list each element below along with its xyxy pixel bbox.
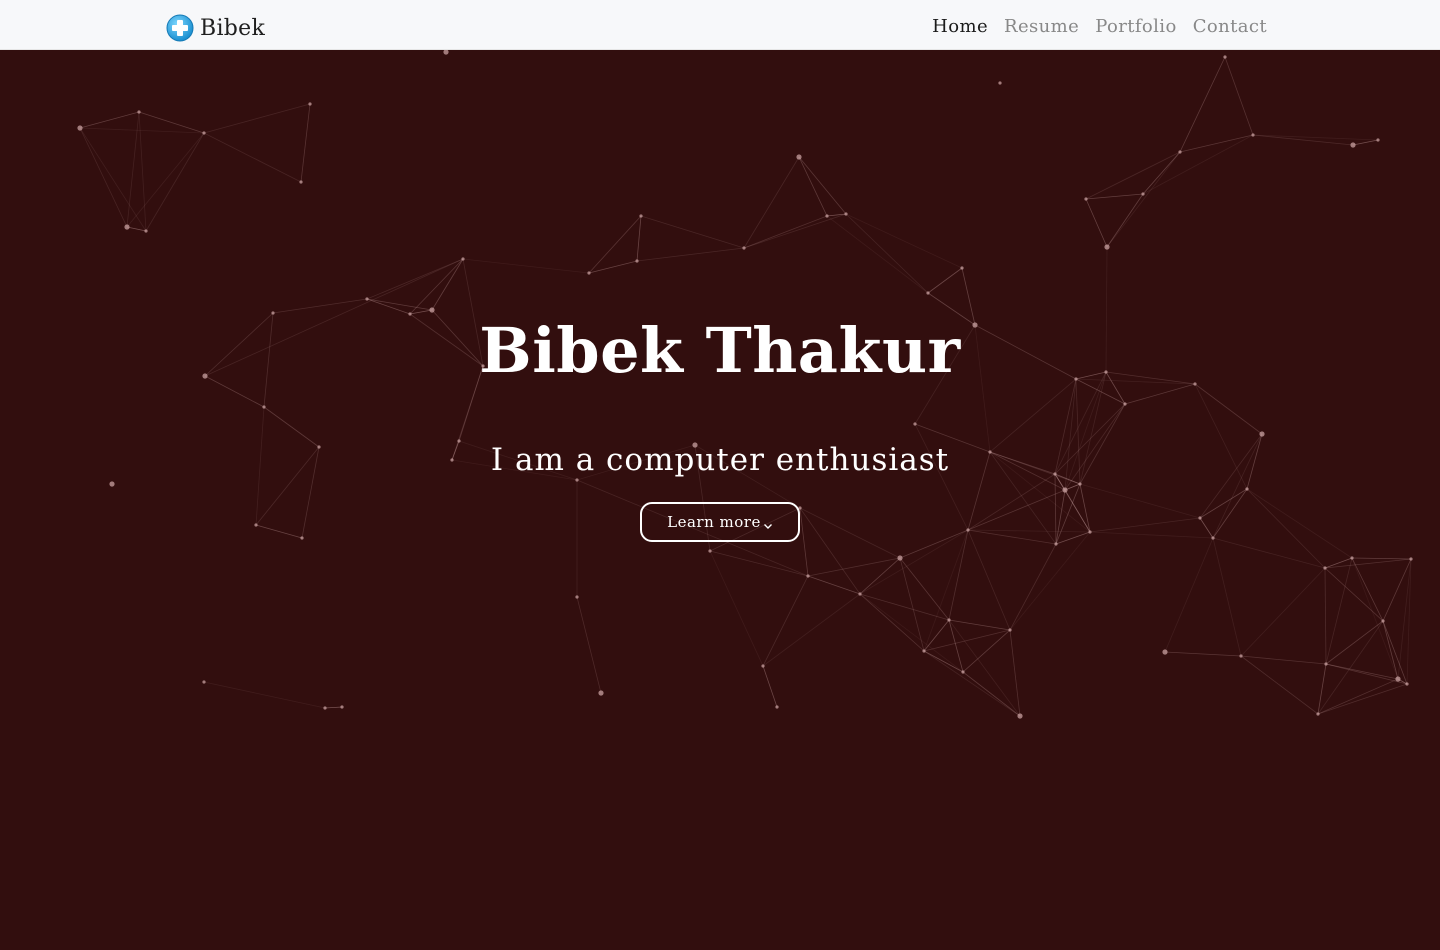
- nav-link-contact[interactable]: Contact: [1193, 16, 1267, 37]
- hero-subtitle: I am a computer enthusiast: [490, 442, 950, 478]
- chevron-down-icon: [763, 517, 773, 529]
- brand-link[interactable]: Bibek: [166, 13, 265, 43]
- nav-link-home[interactable]: Home: [932, 16, 988, 37]
- hero-title: Bibek Thakur: [479, 314, 961, 387]
- plus-circle-icon: [166, 14, 194, 42]
- navbar: Bibek Home Resume Portfolio Contact: [0, 0, 1440, 50]
- nav-link-resume[interactable]: Resume: [1004, 16, 1079, 37]
- nav-link-portfolio[interactable]: Portfolio: [1095, 16, 1177, 37]
- learn-more-label: Learn more: [667, 513, 761, 531]
- brand-name: Bibek: [200, 15, 266, 41]
- learn-more-button[interactable]: Learn more: [640, 502, 800, 542]
- hero-section: Bibek Thakur I am a computer enthusiast …: [0, 50, 1440, 950]
- hero-content: Bibek Thakur I am a computer enthusiast …: [0, 50, 1440, 950]
- nav-links: Home Resume Portfolio Contact: [932, 16, 1267, 37]
